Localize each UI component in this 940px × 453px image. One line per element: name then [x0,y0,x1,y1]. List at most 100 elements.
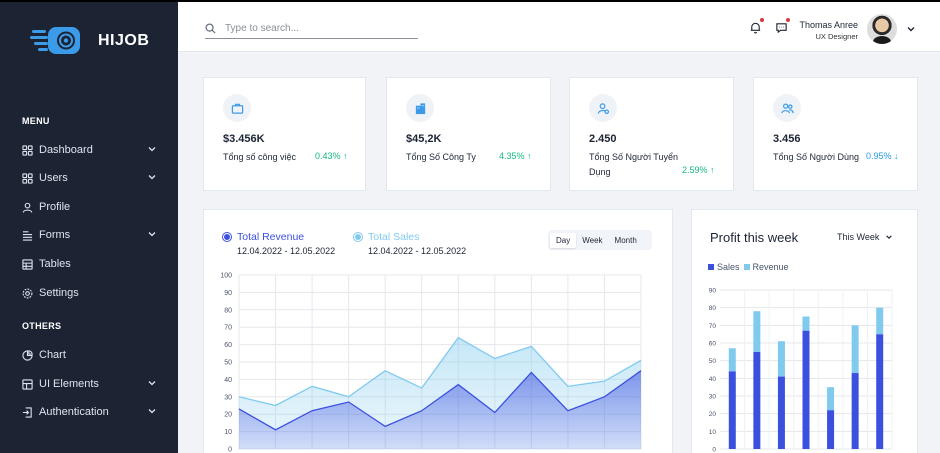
bar-revenue [753,311,761,352]
building-icon [406,94,434,122]
search-bar [205,19,418,39]
stat-change: 2.59% ↑ [682,165,715,175]
y-tick-label: 40 [709,376,717,383]
y-tick-label: 40 [224,377,232,384]
stat-value: $3.456K [223,133,265,145]
sidebar-item-chart[interactable]: Chart [22,346,157,364]
period-day-button[interactable]: Day [550,232,577,248]
sales-swatch [708,264,714,270]
notification-button[interactable] [749,17,765,35]
messages-button[interactable] [775,17,791,35]
brand-name: HIJOB [98,32,150,49]
bar-revenue [777,341,785,377]
bar-sales [802,330,810,449]
stat-label: Tổng số công việc [223,152,297,162]
sidebar-item-label: Forms [39,229,71,241]
y-tick-label: 60 [709,341,717,348]
legend-sales: Sales [717,262,740,272]
sidebar-item-label: Dashboard [39,144,93,156]
y-tick-label: 20 [224,412,232,419]
sidebar-item-label: Chart [39,349,66,361]
y-tick-label: 0 [712,447,716,453]
gear-icon [22,288,33,299]
legend-total-sales[interactable]: Total Sales [353,231,419,243]
week-selector-label: This Week [837,232,880,242]
sidebar-item-users[interactable]: Users [22,169,157,187]
period-week-button[interactable]: Week [576,233,608,248]
sidebar-item-label: Authentication [39,406,109,418]
menu-heading: MENU [22,116,50,126]
avatar[interactable] [867,14,897,44]
profit-bar-chart: 0 10 20 30 40 50 60 70 80 90 [709,288,893,453]
user-gear-icon [589,94,617,122]
y-tick-label: 70 [709,323,717,330]
bar-sales [753,351,761,449]
bar-sales [777,376,785,449]
pie-icon [22,349,33,361]
y-tick-label: 90 [224,290,232,297]
revenue-swatch [743,264,750,270]
stat-change: 4.35% ↑ [499,151,532,161]
chevron-down-icon [148,232,156,237]
sidebar-item-tables[interactable]: Tables [22,255,157,273]
chevron-down-icon [148,409,156,414]
sidebar-item-dashboard[interactable]: Dashboard [22,141,157,159]
user-role: UX Designer [815,32,858,41]
table-icon [22,258,33,270]
legend-total-revenue[interactable]: Total Revenue [222,231,304,243]
y-tick-label: 70 [224,325,232,332]
bell-icon [750,22,761,34]
legend-label: Total Revenue [237,231,305,243]
revenue-area-chart: 0 10 20 30 40 50 60 70 80 90 100 [220,273,642,453]
notification-badge [759,17,765,23]
logo-icon [30,27,80,54]
sidebar-item-profile[interactable]: Profile [22,198,157,216]
brand-logo[interactable]: HIJOB [30,24,149,58]
chevron-down-icon [886,235,893,239]
stat-value: $45,2K [406,133,442,145]
bar-sales [728,371,736,449]
user-name[interactable]: Thomas Anree [799,20,858,30]
bar-sales [827,410,835,449]
y-tick-label: 60 [224,342,232,349]
legend-revenue: Revenue [752,262,789,272]
y-tick-label: 50 [709,358,717,365]
bar-sales [851,373,859,449]
profit-title: Profit this week [710,230,799,245]
legend-label: Total Sales [368,231,420,243]
stat-card-users: 3.456 Tổng Số Người Dùng 0.95% ↓ [753,77,918,191]
stat-card-companies: $45,2K Tổng Số Công Ty 4.35% ↑ [386,77,551,191]
sidebar-item-label: Settings [39,287,79,299]
y-tick-label: 20 [709,411,717,418]
profit-legend: Sales Revenue [708,262,789,272]
briefcase-icon [223,94,251,122]
sidebar-item-forms[interactable]: Forms [22,226,157,244]
y-tick-label: 30 [709,394,717,401]
y-tick-label: 80 [224,307,232,314]
sidebar-item-ui-elements[interactable]: UI Elements [22,375,157,393]
bar-revenue [802,316,810,331]
grid-icon [22,144,33,156]
chevron-down-icon [148,147,156,152]
y-tick-label: 50 [224,360,232,367]
sidebar-item-authentication[interactable]: Authentication [22,403,157,421]
sidebar-item-label: Tables [39,258,71,270]
period-month-button[interactable]: Month [609,233,643,248]
stat-label: Tổng Số Công Ty [406,152,476,162]
bar-revenue [876,307,884,335]
y-tick-label: 10 [224,429,232,436]
chevron-down-icon[interactable] [906,24,916,34]
login-icon [22,406,33,418]
stat-value: 3.456 [773,133,801,145]
chat-icon [776,23,787,34]
week-selector[interactable]: This Week [837,232,893,242]
y-tick-label: 80 [709,305,717,312]
bar-revenue [728,348,736,372]
legend-dates: 12.04.2022 - 12.05.2022 [368,246,467,256]
arrow-up-icon: ↑ [343,151,348,161]
y-tick-label: 90 [709,288,717,295]
y-tick-label: 30 [224,394,232,401]
search-input[interactable] [225,23,405,34]
sidebar-item-label: Profile [39,201,71,213]
sidebar-item-settings[interactable]: Settings [22,284,157,302]
